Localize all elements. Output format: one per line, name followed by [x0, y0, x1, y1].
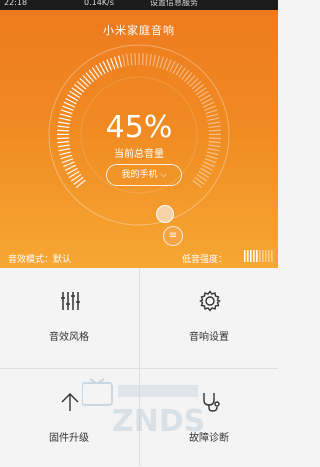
volume-tick: [206, 155, 217, 158]
volume-tick: [58, 145, 70, 147]
menu-label: 故障诊断: [140, 429, 278, 444]
menu-label: 音效风格: [0, 328, 138, 343]
bass-bar: [262, 250, 264, 262]
volume-tick: [208, 148, 220, 150]
volume-tick: [209, 126, 221, 127]
volume-tick: [111, 58, 115, 69]
menu-fault-diagnosis[interactable]: 故障诊断: [140, 369, 278, 467]
volume-tick: [61, 110, 72, 114]
volume-tick: [64, 102, 75, 107]
volume-panel: 小米家庭音响 45% 当前总音量 我的手机⌵ ≡ 音效模式：默认 低音强度：: [0, 10, 278, 268]
volume-tick: [123, 55, 125, 67]
volume-tick: [143, 53, 144, 65]
volume-tick: [135, 53, 136, 65]
volume-tick: [62, 159, 73, 163]
bass-bar: [268, 250, 270, 262]
network-speed: 0.14K/s: [84, 0, 114, 8]
volume-tick: [57, 138, 69, 139]
volume-tick: [146, 53, 147, 65]
gear-icon: [199, 290, 221, 312]
volume-tick: [61, 155, 72, 158]
menu-firmware-update[interactable]: 固件升级: [0, 369, 138, 467]
volume-tick: [204, 106, 215, 110]
bass-bar: [259, 250, 261, 262]
volume-tick: [209, 130, 221, 131]
bass-bar: [247, 250, 249, 262]
volume-tick: [206, 110, 217, 114]
bass-strength-bars[interactable]: [244, 250, 276, 262]
volume-tick: [58, 122, 70, 124]
volume-tick: [62, 106, 73, 110]
chevron-down-icon: ⌵: [160, 170, 166, 179]
volume-tick: [57, 126, 69, 127]
grid-divider-vertical: [139, 268, 140, 466]
volume-tick: [115, 57, 119, 68]
volume-tick: [209, 138, 221, 139]
grid-divider-horizontal: [0, 368, 278, 369]
volume-tick: [131, 53, 132, 65]
volume-tick: [163, 58, 167, 69]
volume-tick: [57, 142, 69, 143]
volume-tick: [209, 142, 221, 143]
bass-strength-label: 低音强度：: [182, 252, 227, 265]
volume-tick: [208, 145, 220, 147]
volume-tick: [119, 56, 122, 68]
volume-tick: [156, 56, 159, 68]
volume-tick: [59, 152, 71, 155]
sound-mode-label: 音效模式：默认: [8, 252, 71, 265]
volume-caption: 当前总音量: [89, 145, 189, 160]
menu-sound-style[interactable]: 音效风格: [0, 268, 138, 366]
bass-bar: [244, 250, 246, 262]
menu-label: 音响设置: [140, 328, 278, 343]
volume-percentage: 45%: [89, 110, 189, 145]
bass-bar: [250, 250, 252, 262]
status-time: 22:18: [4, 0, 27, 8]
bass-bar: [271, 250, 273, 262]
volume-knob[interactable]: [156, 205, 174, 223]
volume-tick: [107, 60, 112, 71]
menu-label: 固件升级: [0, 429, 138, 444]
volume-tick: [208, 122, 220, 124]
device-selector[interactable]: 我的手机⌵: [106, 164, 182, 186]
volume-tick: [150, 54, 152, 66]
device-label: 我的手机: [121, 170, 157, 180]
bass-bar: [265, 250, 267, 262]
volume-tick: [166, 60, 171, 71]
volume-tick: [207, 152, 219, 155]
volume-tick: [59, 118, 71, 120]
volume-tick: [57, 130, 69, 131]
volume-tick: [207, 118, 219, 120]
bass-bar: [256, 250, 258, 262]
volume-tick: [127, 54, 129, 66]
volume-tick: [59, 148, 71, 150]
menu-lines-icon[interactable]: ≡: [163, 226, 183, 246]
volume-tick: [203, 102, 214, 107]
bass-bar: [253, 250, 255, 262]
status-bar: 22:18 0.14K/s 设置信息服务: [0, 0, 278, 10]
carrier-text: 设置信息服务: [150, 0, 198, 8]
up-arrow-icon: [59, 391, 81, 413]
stethoscope-icon: [199, 391, 221, 413]
volume-tick: [60, 114, 72, 117]
volume-tick: [207, 114, 219, 117]
volume-tick: [205, 159, 216, 163]
volume-tick: [153, 55, 155, 67]
volume-tick: [63, 162, 74, 167]
volume-tick: [204, 162, 215, 167]
equalizer-icon: [59, 290, 81, 312]
menu-speaker-settings[interactable]: 音响设置: [140, 268, 278, 366]
volume-tick: [160, 57, 164, 68]
